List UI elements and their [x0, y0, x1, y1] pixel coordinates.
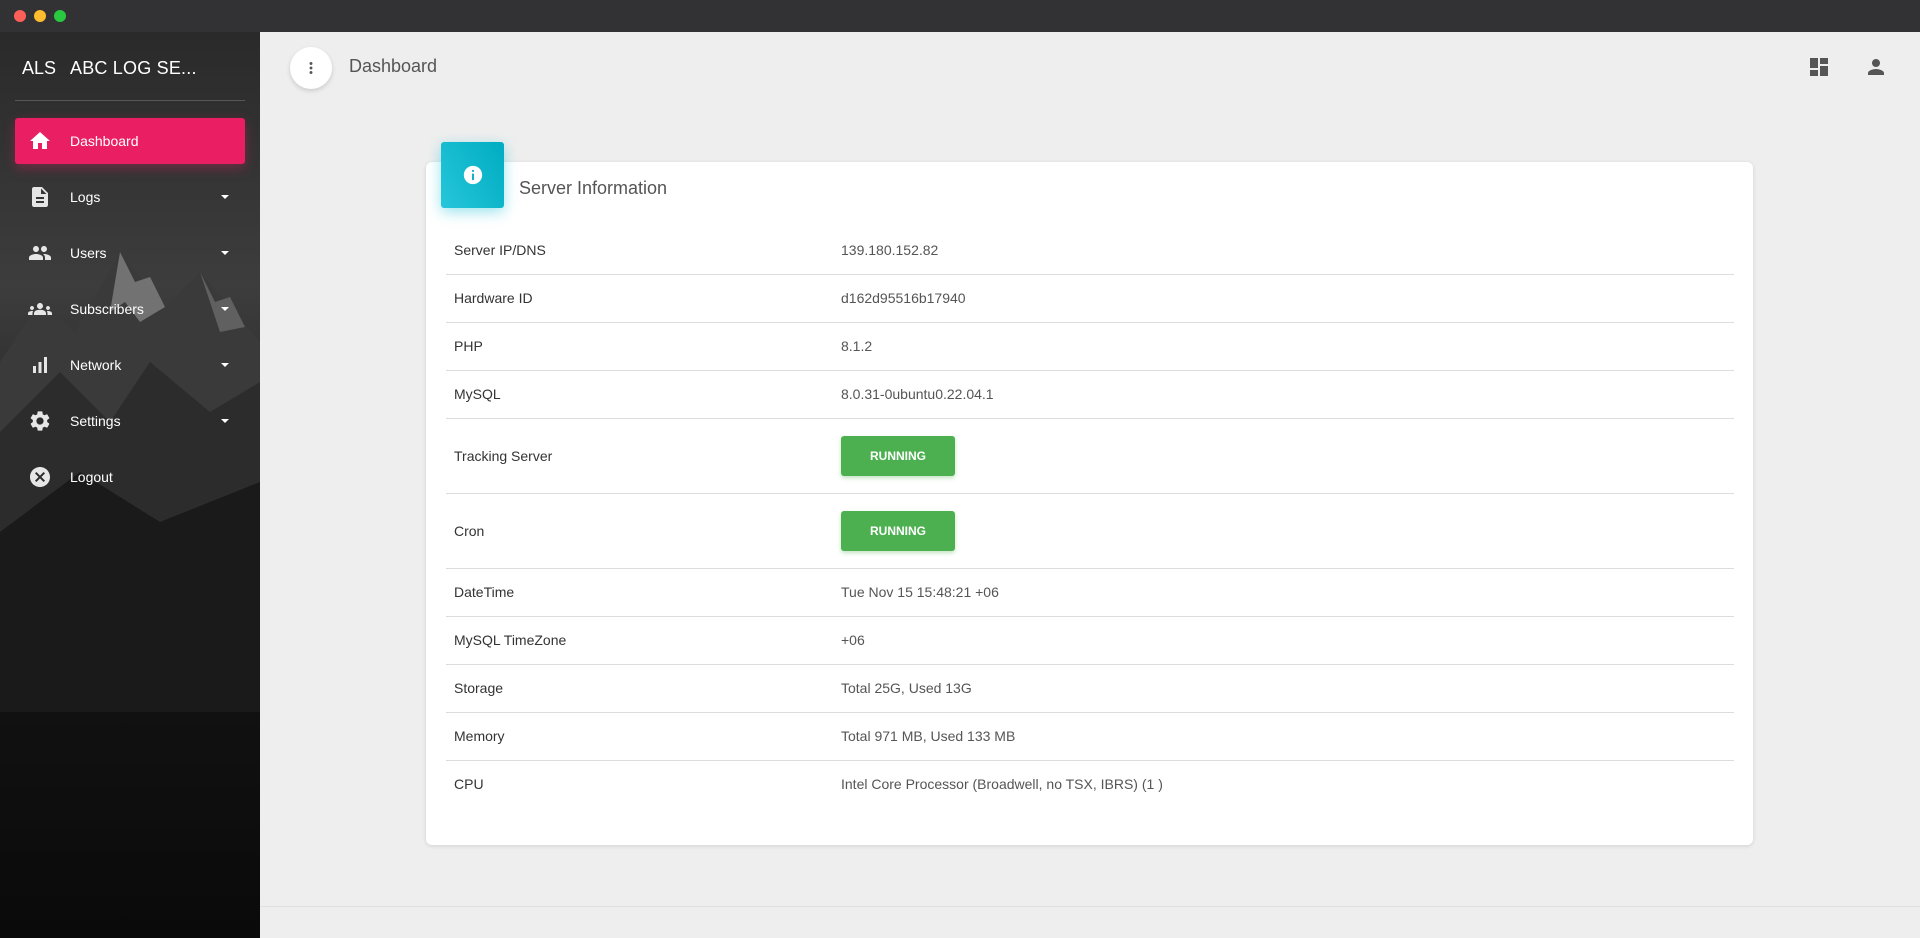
sidebar-item-label: Network: [70, 357, 122, 373]
row-value: 8.0.31-0ubuntu0.22.04.1: [841, 386, 994, 402]
sidebar-item-label: Logs: [70, 189, 101, 205]
document-icon: [28, 185, 52, 209]
row-value: Intel Core Processor (Broadwell, no TSX,…: [841, 776, 1163, 793]
table-row: Memory Total 971 MB, Used 133 MB: [446, 712, 1734, 760]
row-label: Server IP/DNS: [454, 241, 546, 258]
sidebar-item-label: Users: [70, 245, 107, 261]
brand-abbreviation: ALS: [22, 57, 57, 78]
chevron-down-icon: [221, 251, 229, 255]
sidebar-item-label: Logout: [70, 469, 113, 485]
sidebar-item-subscribers[interactable]: Subscribers: [15, 286, 245, 332]
row-value: Tue Nov 15 15:48:21 +06: [841, 584, 999, 600]
sidebar-nav: Dashboard Logs Users Subscribers Network…: [15, 118, 245, 510]
row-label: Tracking Server: [454, 447, 553, 464]
card-header-icon: [441, 142, 504, 208]
person-icon: [1868, 59, 1884, 75]
row-value: Total 971 MB, Used 133 MB: [841, 728, 1016, 744]
row-value: 8.1.2: [841, 338, 873, 354]
chevron-down-icon: [221, 419, 229, 423]
row-label: Hardware ID: [454, 290, 533, 306]
table-row: CPU Intel Core Processor (Broadwell, no …: [446, 760, 1734, 808]
row-label: Cron: [454, 522, 485, 539]
row-label: PHP: [454, 338, 483, 354]
chevron-down-icon: [221, 307, 229, 311]
home-icon: [28, 129, 52, 153]
table-row: MySQL 8.0.31-0ubuntu0.22.04.1: [446, 370, 1734, 418]
table-row: Storage Total 25G, Used 13G: [446, 664, 1734, 712]
close-circle-icon: [28, 465, 52, 489]
table-row: PHP 8.1.2: [446, 322, 1734, 370]
table-row: Tracking Server RUNNING: [446, 418, 1734, 493]
people-icon: [28, 241, 52, 265]
window-titlebar: [0, 0, 1920, 32]
sidebar-item-label: Dashboard: [70, 133, 139, 149]
row-value: Total 25G, Used 13G: [841, 680, 972, 696]
table-row: DateTime Tue Nov 15 15:48:21 +06: [446, 568, 1734, 616]
sidebar-item-settings[interactable]: Settings: [15, 398, 245, 444]
sidebar-item-label: Settings: [70, 413, 121, 429]
server-info-table: Server IP/DNS 139.180.152.82 Hardware ID…: [446, 226, 1734, 808]
sidebar-item-logs[interactable]: Logs: [15, 174, 245, 220]
chevron-down-icon: [221, 195, 229, 199]
brand[interactable]: ALS ABC LOG SE...: [22, 54, 197, 82]
table-row: Hardware ID d162d95516b17940: [446, 274, 1734, 322]
row-label: Storage: [454, 680, 504, 696]
row-label: MySQL: [454, 386, 501, 402]
sidebar-toggle-button[interactable]: [290, 47, 332, 89]
window-close-button[interactable]: [14, 10, 26, 22]
cron-status-button[interactable]: RUNNING: [841, 510, 955, 551]
sidebar-item-logout[interactable]: Logout: [15, 454, 245, 500]
card-title: Server Information: [519, 178, 668, 198]
row-label: CPU: [454, 776, 484, 793]
table-row: Server IP/DNS 139.180.152.82: [446, 226, 1734, 274]
groups-icon: [28, 297, 52, 321]
row-value: +06: [841, 632, 865, 648]
window-maximize-button[interactable]: [54, 10, 66, 22]
dashboard-button[interactable]: [1807, 55, 1831, 79]
brand-name: ABC LOG SE...: [70, 57, 197, 78]
row-value: 139.180.152.82: [841, 241, 939, 258]
footer-divider: [260, 906, 1920, 907]
table-row: MySQL TimeZone +06: [446, 616, 1734, 664]
sidebar-item-users[interactable]: Users: [15, 230, 245, 276]
user-menu-button[interactable]: [1864, 55, 1888, 79]
sidebar-item-network[interactable]: Network: [15, 342, 245, 388]
info-icon: [463, 165, 482, 185]
row-label: MySQL TimeZone: [454, 632, 567, 648]
tracking-server-status-button[interactable]: RUNNING: [841, 435, 955, 476]
window-minimize-button[interactable]: [34, 10, 46, 22]
more-vert-icon: [309, 62, 313, 74]
row-value: d162d95516b17940: [841, 290, 966, 306]
bar-chart-icon: [28, 353, 52, 377]
sidebar-item-label: Subscribers: [70, 301, 144, 317]
row-label: DateTime: [454, 584, 515, 600]
brand-divider: [15, 100, 245, 101]
sidebar-item-dashboard[interactable]: Dashboard: [15, 118, 245, 164]
chevron-down-icon: [221, 363, 229, 367]
sidebar: ALS ABC LOG SE... Dashboard Logs Users S…: [0, 32, 260, 938]
table-row: Cron RUNNING: [446, 493, 1734, 568]
page-title: Dashboard: [349, 56, 438, 76]
dashboard-icon: [1810, 58, 1828, 76]
row-label: Memory: [454, 728, 505, 744]
gear-icon: [28, 409, 52, 433]
